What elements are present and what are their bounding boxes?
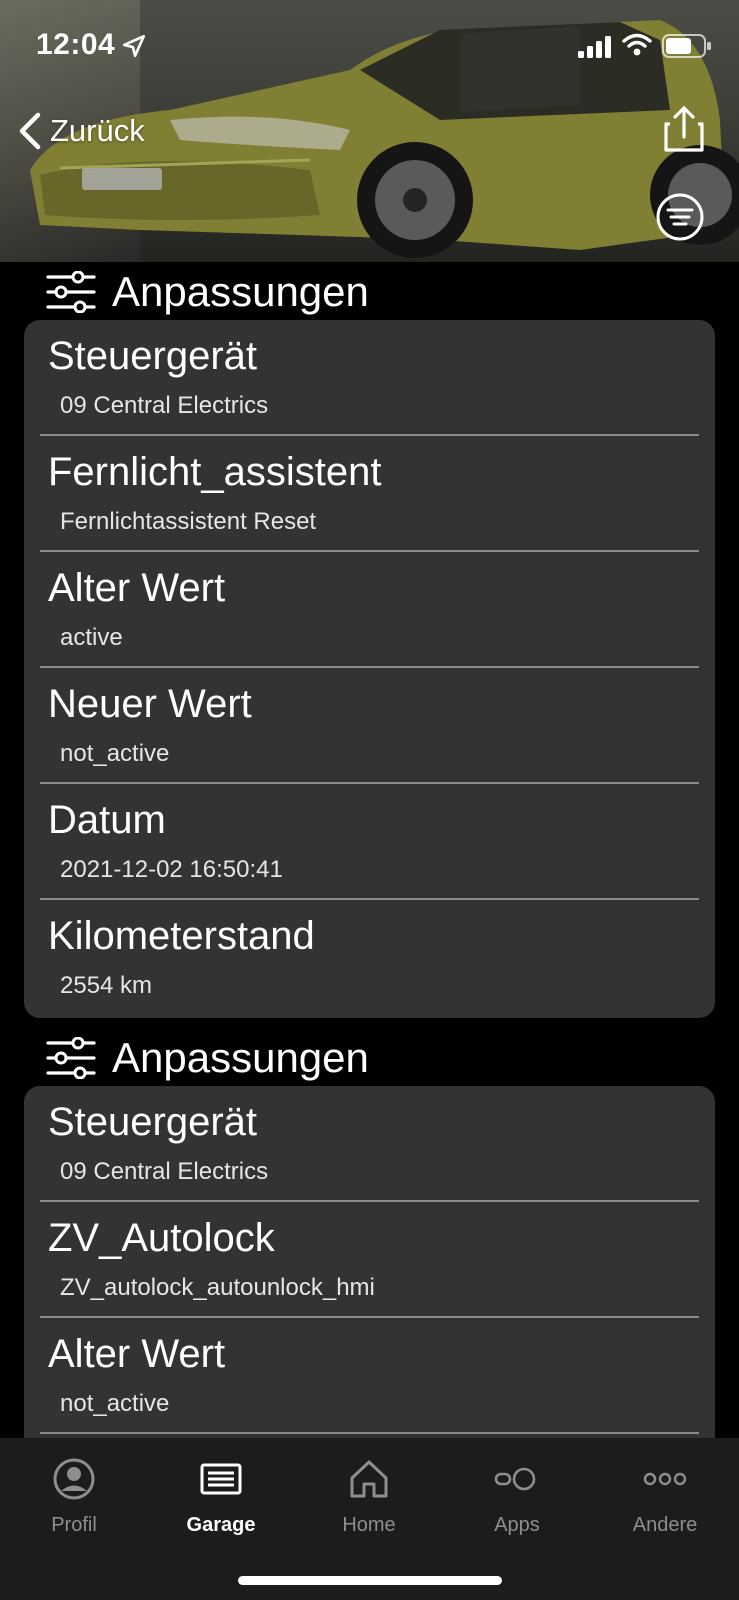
- apps-icon: [494, 1467, 536, 1491]
- battery-icon: [662, 34, 711, 58]
- filter-icon[interactable]: [655, 192, 705, 242]
- section-header: Anpassungen: [46, 262, 369, 322]
- row-label: Steuergerät: [48, 334, 258, 378]
- tab-apps[interactable]: Apps: [457, 1456, 577, 1537]
- detail-row-setting: ZV_Autolock ZV_autolock_autounlock_hmi: [24, 1202, 715, 1318]
- row-label: ZV_Autolock: [48, 1216, 275, 1260]
- adjustment-card: Steuergerät 09 Central Electrics ZV_Auto…: [24, 1086, 715, 1438]
- tab-label: Garage: [186, 1514, 256, 1536]
- tab-label: Profil: [51, 1514, 97, 1536]
- row-divider: [40, 1432, 699, 1434]
- tab-label: Apps: [494, 1514, 540, 1536]
- row-label: Alter Wert: [48, 566, 226, 610]
- tab-home[interactable]: Home: [309, 1456, 429, 1537]
- garage-icon: [200, 1463, 242, 1495]
- row-label: Steuergerät: [48, 1100, 258, 1144]
- detail-row-date: Datum 2021-12-02 16:50:41: [24, 784, 715, 900]
- back-label: Zurück: [50, 113, 145, 148]
- chevron-left-icon: [19, 112, 41, 150]
- row-label: Datum: [48, 798, 166, 842]
- row-label: Alter Wert: [48, 1332, 226, 1376]
- row-value: ZV_autolock_autounlock_hmi: [60, 1274, 375, 1301]
- status-time: 12:04: [36, 28, 116, 61]
- adjustments-list[interactable]: Anpassungen Steuergerät 09 Central Elect…: [0, 262, 739, 1438]
- row-value: 2021-12-02 16:50:41: [60, 856, 283, 883]
- more-icon: [643, 1472, 687, 1486]
- home-icon: [350, 1460, 388, 1498]
- row-value: 2554 km: [60, 972, 153, 999]
- sliders-icon: [46, 271, 96, 313]
- adjustment-card: Steuergerät 09 Central Electrics Fernlic…: [24, 320, 715, 1018]
- tab-label: Home: [342, 1514, 396, 1536]
- detail-row-mileage: Kilometerstand 2554 km: [24, 900, 715, 1016]
- tab-garage[interactable]: Garage: [161, 1456, 281, 1537]
- row-value: active: [60, 624, 123, 651]
- row-value: 09 Central Electrics: [60, 1158, 269, 1185]
- tab-label: Andere: [632, 1514, 698, 1536]
- status-bar: 12:04: [0, 0, 739, 92]
- row-value: 09 Central Electrics: [60, 392, 269, 419]
- home-indicator[interactable]: [238, 1576, 502, 1585]
- cellular-signal-icon: [578, 36, 611, 58]
- detail-row-control-unit: Steuergerät 09 Central Electrics: [24, 1086, 715, 1202]
- row-label: Fernlicht_assistent: [48, 450, 382, 494]
- detail-row-setting: Fernlicht_assistent Fernlichtassistent R…: [24, 436, 715, 552]
- tab-bar: Profil Garage Home Apps Andere: [0, 1438, 739, 1600]
- row-value: not_active: [60, 1390, 170, 1417]
- sliders-icon: [46, 1037, 96, 1079]
- location-arrow-icon: [122, 34, 146, 58]
- row-label: Kilometerstand: [48, 914, 315, 958]
- tab-profil[interactable]: Profil: [14, 1456, 134, 1537]
- section-title: Anpassungen: [112, 1034, 369, 1081]
- profile-icon: [53, 1458, 95, 1500]
- row-label: Neuer Wert: [48, 682, 252, 726]
- back-button[interactable]: Zurück: [16, 108, 145, 154]
- detail-row-control-unit: Steuergerät 09 Central Electrics: [24, 320, 715, 436]
- row-value: not_active: [60, 740, 170, 767]
- share-icon[interactable]: [662, 104, 706, 154]
- row-value: Fernlichtassistent Reset: [60, 508, 317, 535]
- wifi-icon: [622, 33, 652, 56]
- section-header: Anpassungen: [46, 1028, 369, 1088]
- section-title: Anpassungen: [112, 268, 369, 315]
- detail-row-old-value: Alter Wert not_active: [24, 1318, 715, 1434]
- detail-row-new-value: Neuer Wert not_active: [24, 668, 715, 784]
- tab-andere[interactable]: Andere: [605, 1456, 725, 1537]
- detail-row-old-value: Alter Wert active: [24, 552, 715, 668]
